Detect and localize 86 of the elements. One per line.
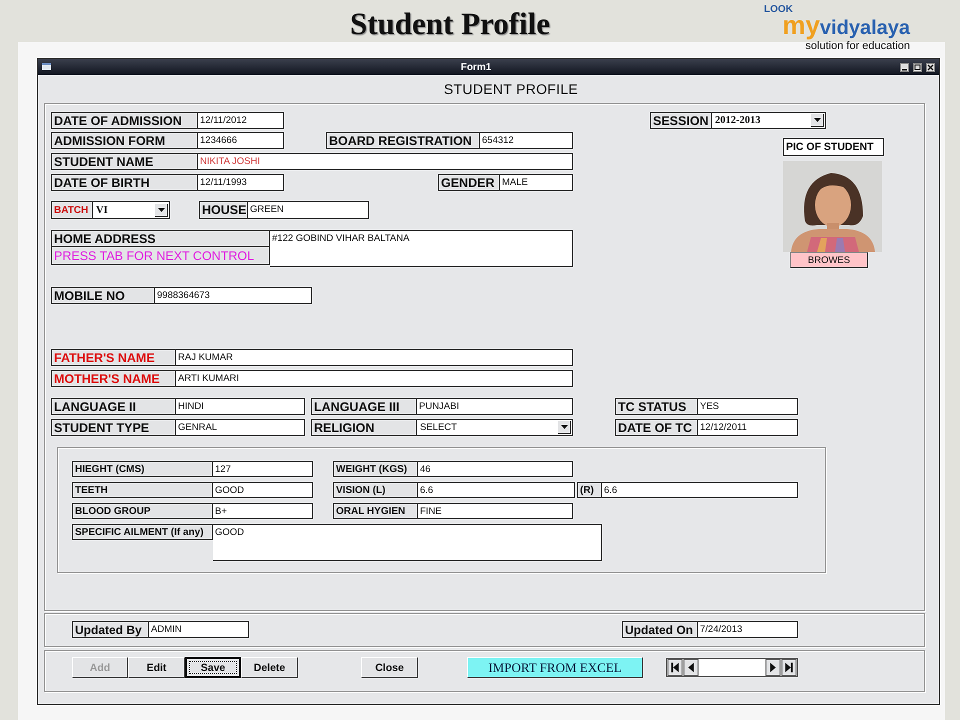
field-label: HIEGHT (CMS) [72,461,213,477]
field-label: TEETH [72,482,213,498]
button[interactable]: Save [185,657,241,678]
field-label: LANGUAGE III [311,398,417,415]
input-field[interactable]: 7/24/2013 [698,621,798,638]
field-label: BATCH [51,201,93,219]
logo-text: my [782,12,820,38]
field-label: FATHER'S NAME [51,349,176,366]
input-field[interactable]: 6.6 [602,482,798,498]
input-field[interactable]: MALE [500,174,573,191]
logo-text: LOOK [764,4,793,15]
close-icon[interactable] [926,62,935,72]
input-field[interactable]: 9988364673 [155,287,312,304]
field-label: PIC OF STUDENT [783,138,884,156]
input-field[interactable]: 12/11/2012 [198,112,284,129]
input-field[interactable]: PUNJABI [417,398,573,415]
field-label: VISION (L) [333,482,418,498]
field-label: (R) [577,482,602,498]
slide-title: Student Profile [350,6,550,42]
browse-button[interactable]: BROWES [790,252,868,268]
input-field[interactable]: NIKITA JOSHI [198,153,573,170]
field-label: SESSION [650,112,712,129]
field-label: HOUSE [199,201,248,219]
hint-text: PRESS TAB FOR NEXT CONTROL [51,247,270,265]
field-label: RELIGION [311,419,417,436]
text-area[interactable]: #122 GOBIND VIHAR BALTANA [270,230,573,267]
field-label: WEIGHT (KGS) [333,461,418,477]
field-label: DATE OF TC [615,419,698,436]
dropdown[interactable]: VI [93,201,170,219]
window-title: Form1 [460,62,492,72]
form-heading: STUDENT PROFILE [444,81,578,97]
input-field[interactable]: 6.6 [418,482,575,498]
input-field[interactable]: ADMIN [149,621,249,638]
field-label: MOBILE NO [51,287,155,304]
field-label: Updated By [72,621,149,638]
input-field[interactable]: 127 [213,461,313,477]
button[interactable]: Close [361,657,418,678]
field-label: Updated On [622,621,698,638]
import-button[interactable]: IMPORT FROM EXCEL [467,657,643,678]
dropdown[interactable]: SELECT [417,419,573,436]
button: Add [72,657,128,678]
input-field[interactable]: RAJ KUMAR [176,349,573,366]
field-label: ADMISSION FORM [51,132,198,149]
input-field[interactable]: 12/11/1993 [198,174,284,191]
dropdown-arrow-icon [814,118,820,122]
previous-record-icon[interactable] [683,659,699,676]
minimize-icon[interactable] [900,62,909,72]
field-label: BOARD REGISTRATION [326,132,480,149]
field-label: BLOOD GROUP [72,503,213,519]
input-field[interactable]: GENRAL [176,419,305,436]
field-label: ORAL HYGIEN [333,503,418,519]
input-field[interactable]: HINDI [176,398,305,415]
next-record-icon[interactable] [765,659,781,676]
button[interactable]: Delete [241,657,298,678]
last-record-icon[interactable] [781,659,797,676]
field-label: DATE OF ADMISSION [51,112,198,129]
input-field[interactable]: GREEN [248,201,369,219]
window-icon [42,63,52,71]
button[interactable]: Edit [128,657,185,678]
first-record-icon[interactable] [667,659,683,676]
input-field[interactable]: FINE [418,503,573,519]
field-label: MOTHER'S NAME [51,370,176,387]
input-field[interactable]: 654312 [480,132,573,149]
input-field[interactable]: YES [698,398,798,415]
field-label: SPECIFIC AILMENT (If any) [72,524,213,540]
field-label: GENDER [438,174,500,191]
record-navigator[interactable] [666,658,798,677]
input-field[interactable]: ARTI KUMARI [176,370,573,387]
dropdown-arrow-icon [560,425,568,429]
field-label: STUDENT TYPE [51,419,176,436]
input-field[interactable]: 1234666 [198,132,284,149]
logo-text: vidyalaya [820,16,910,39]
field-label: TC STATUS [615,398,698,415]
input-field[interactable]: B+ [213,503,313,519]
input-field[interactable]: 12/12/2011 [698,419,798,436]
dropdown[interactable]: 2012-2013 [712,112,826,129]
dropdown-arrow-icon [158,208,164,212]
field-label: STUDENT NAME [51,153,198,170]
input-field[interactable]: GOOD [213,482,313,498]
maximize-icon[interactable] [913,62,922,72]
text-area[interactable]: GOOD [213,524,602,561]
field-label: LANGUAGE II [51,398,176,415]
input-field[interactable]: 46 [418,461,573,477]
field-label: HOME ADDRESS [51,230,270,247]
logo-tagline: solution for education [805,40,910,52]
field-label: DATE OF BIRTH [51,174,198,191]
